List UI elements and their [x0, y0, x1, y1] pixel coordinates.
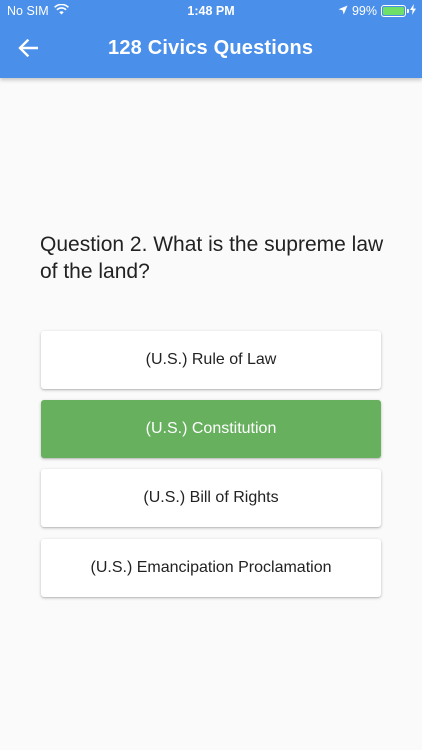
back-button[interactable]	[14, 36, 42, 64]
location-arrow-icon	[338, 4, 348, 18]
arrow-back-icon	[18, 38, 39, 62]
status-right: 99%	[338, 4, 416, 18]
page-title: 128 Civics Questions	[108, 37, 314, 59]
answer-option-3[interactable]: (U.S.) Bill of Rights	[41, 469, 381, 527]
status-bar: No SIM 1:48 PM 99%	[0, 0, 422, 22]
question-text: Question 2. What is the supreme law of t…	[40, 233, 384, 283]
answer-option-2-correct[interactable]: (U.S.) Constitution	[41, 400, 381, 458]
charging-bolt-icon	[410, 4, 416, 18]
header: No SIM 1:48 PM 99% 128 Civics Questions	[0, 0, 422, 78]
app-bar: 128 Civics Questions	[0, 22, 422, 78]
answer-option-1[interactable]: (U.S.) Rule of Law	[41, 331, 381, 389]
battery-percent: 99%	[351, 4, 377, 18]
battery-fill	[383, 7, 404, 15]
answer-option-4[interactable]: (U.S.) Emancipation Proclamation	[41, 539, 381, 597]
battery-icon	[381, 5, 409, 17]
